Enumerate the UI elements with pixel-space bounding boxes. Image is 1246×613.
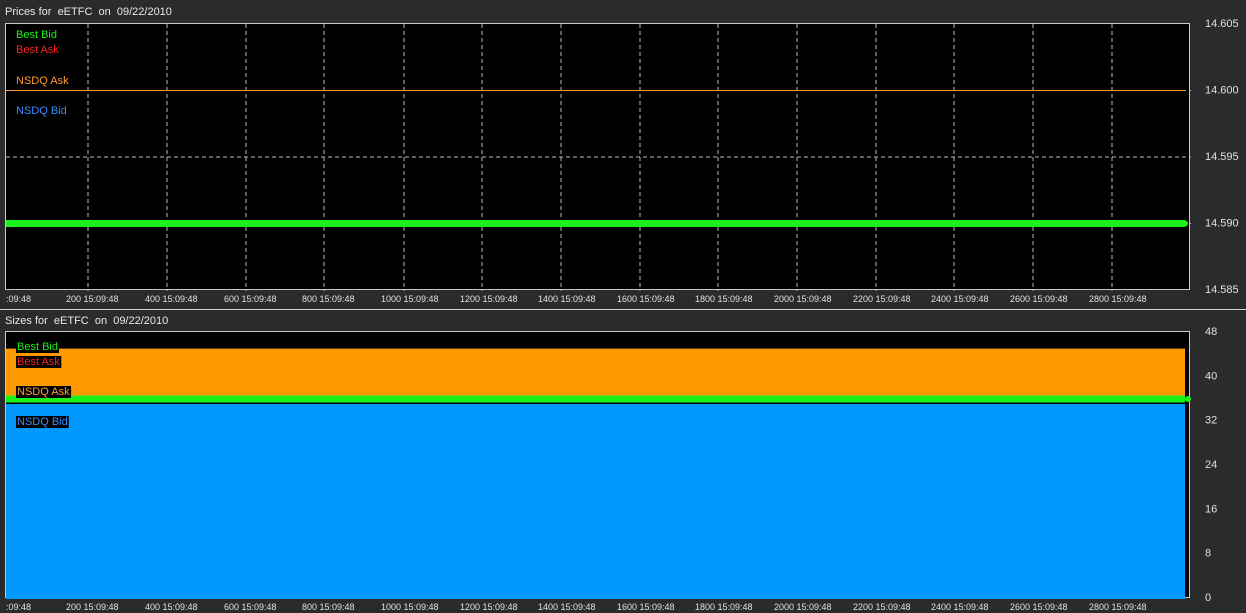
x-tick-label: 2600 15:09:48 [1010, 602, 1068, 612]
x-tick-label: 2400 15:09:48 [931, 602, 989, 612]
x-tick-label: 2000 15:09:48 [774, 602, 832, 612]
x-tick-label: 1000 15:09:48 [381, 602, 439, 612]
x-tick-label: 2800 15:09:48 [1089, 602, 1147, 612]
sizes-axes: 48 40 32 24 16 8 0 :09:48 200 15:09:48 400 15:09:… [6, 326, 1217, 612]
x-tick-label: 1400 15:09:48 [538, 602, 596, 612]
x-tick-label: 600 15:09:48 [224, 602, 277, 612]
x-tick-label: :09:48 [6, 602, 31, 612]
x-tick-label: 800 15:09:48 [302, 602, 355, 612]
x-tick-label: 400 15:09:48 [145, 602, 198, 612]
y-tick-label: 48 [1205, 326, 1217, 338]
y-tick-label: 24 [1205, 459, 1217, 471]
y-tick-label: 40 [1205, 370, 1217, 382]
x-tick-label: 2200 15:09:48 [853, 602, 911, 612]
x-tick-label: 1600 15:09:48 [617, 602, 675, 612]
y-tick-label: 16 [1205, 503, 1217, 515]
x-tick-label: 1200 15:09:48 [460, 602, 518, 612]
x-tick-label: 1800 15:09:48 [695, 602, 753, 612]
y-tick-label: 0 [1205, 592, 1211, 604]
x-tick-label: 200 15:09:48 [66, 602, 119, 612]
y-tick-label: 8 [1205, 548, 1211, 560]
y-tick-label: 32 [1205, 415, 1217, 427]
